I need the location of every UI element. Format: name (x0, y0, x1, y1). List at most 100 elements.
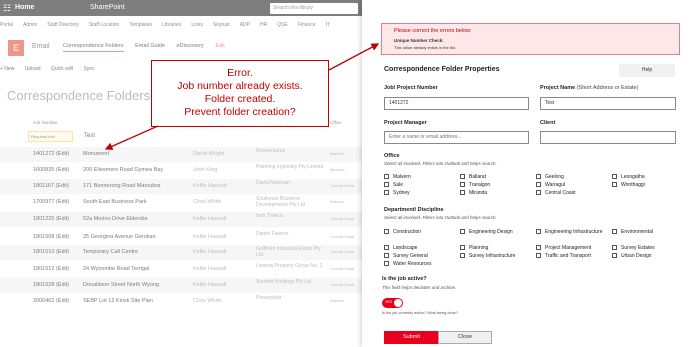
office-option-label: Malvern (393, 174, 411, 180)
department-option-label: Landscape (393, 245, 418, 251)
error-subtitle: Unique Number Check: (394, 38, 444, 43)
checkbox-icon (460, 245, 465, 250)
project-name-note: (Short Address or Estate) (576, 85, 639, 91)
error-title: Please correct the errors below: (394, 28, 472, 34)
department-checkbox[interactable]: Landscape (384, 245, 417, 251)
office-checkbox[interactable]: Central Coast (536, 190, 576, 196)
checkbox-icon (460, 253, 465, 258)
annotation-callout: Error. Job number already exists. Folder… (151, 60, 329, 127)
checkbox-icon (536, 229, 541, 234)
checkbox-icon (536, 190, 541, 195)
checkbox-icon (384, 182, 389, 187)
checkbox-icon (384, 261, 389, 266)
office-option-label: Sydney (393, 190, 410, 196)
project-name-label-text: Project Name (540, 85, 576, 91)
office-checkbox[interactable]: Sale (384, 182, 403, 188)
office-option-label: Ballarat (469, 174, 486, 180)
office-option-label: Miranda (469, 190, 488, 196)
checkbox-icon (536, 245, 541, 250)
project-manager-label: Project Manager (384, 120, 427, 126)
department-option-label: Survey Estates (621, 245, 655, 251)
department-checkbox[interactable]: Water Resources (384, 261, 431, 267)
toggle-knob (394, 299, 402, 307)
checkbox-icon (384, 245, 389, 250)
office-option-label: Wonthaggi (621, 182, 645, 188)
office-checkbox[interactable]: Malvern (384, 174, 411, 180)
project-name-label: Project Name (Short Address or Estate) (540, 85, 638, 91)
job-number-field[interactable]: 1401272 (384, 97, 529, 110)
department-checkbox[interactable]: Survey Infrastructure (460, 253, 515, 259)
help-button[interactable]: Help (619, 64, 675, 77)
checkbox-icon (384, 229, 389, 234)
department-checkbox[interactable]: Traffic and Transport (536, 253, 591, 259)
department-checkbox[interactable]: Planning (460, 245, 488, 251)
department-checkbox[interactable]: Survey Estates (612, 245, 655, 251)
callout-line-4: Prevent folder creation? (184, 106, 296, 118)
checkbox-icon (612, 253, 617, 258)
checkbox-icon (612, 182, 617, 187)
department-checkbox[interactable]: Project Management (536, 245, 591, 251)
project-manager-field[interactable]: Enter a name or email address... (384, 131, 529, 144)
checkbox-icon (536, 253, 541, 258)
office-label: Office (384, 153, 400, 159)
office-checkbox[interactable]: Miranda (460, 190, 487, 196)
project-name-field[interactable]: Test (540, 97, 676, 110)
checkbox-icon (384, 190, 389, 195)
error-message: This value already exists in the list. (394, 45, 456, 50)
callout-line-3: Folder created. (204, 93, 276, 105)
office-checkbox[interactable]: Wonthaggi (612, 182, 645, 188)
checkbox-icon (460, 190, 465, 195)
department-option-label: Planning (469, 245, 489, 251)
office-option-label: Traralgon (469, 182, 491, 188)
submit-button[interactable]: Submit (384, 331, 439, 344)
department-option-label: Urban Design (621, 253, 652, 259)
department-checkbox[interactable]: Engineering Infrastructure (536, 229, 606, 235)
office-checkbox[interactable]: Ballarat (460, 174, 486, 180)
office-checkbox[interactable]: Traralgon (460, 182, 490, 188)
department-checkbox[interactable]: Survey General (384, 253, 428, 259)
office-checkbox[interactable]: Sydney (384, 190, 410, 196)
active-toggle[interactable]: YES (382, 298, 403, 308)
department-note: Select all involved. Filters into Outloo… (384, 215, 497, 220)
department-label: Department/ Discipline (384, 207, 444, 213)
department-option-label: Survey General (393, 253, 428, 259)
office-checkbox[interactable]: Leongatha (612, 174, 645, 180)
department-option-label: Engineering Design (469, 229, 513, 235)
department-option-label: Survey Infrastructure (469, 253, 516, 259)
checkbox-icon (384, 253, 389, 258)
department-option-label: Environmental (621, 229, 653, 235)
client-label: Client (540, 120, 556, 126)
toggle-text: YES (385, 300, 393, 304)
department-checkbox[interactable]: Environmental (612, 229, 653, 235)
department-option-label: Construction (393, 229, 422, 235)
active-help: Is the job currently active? Work being … (382, 311, 458, 315)
office-option-label: Geelong (545, 174, 564, 180)
checkbox-icon (536, 182, 541, 187)
active-note: This field helps declutter and archive. (382, 285, 457, 290)
checkbox-icon (460, 229, 465, 234)
office-checkbox[interactable]: Geelong (536, 174, 564, 180)
panel-title: Correspondence Folder Properties (384, 66, 500, 73)
office-option-label: Leongatha (621, 174, 645, 180)
checkbox-icon (384, 174, 389, 179)
job-number-label: Job/ Project Number (384, 85, 438, 91)
callout-line-2: Job number already exists. (177, 80, 303, 92)
checkbox-icon (536, 174, 541, 179)
overlay-dim (0, 0, 362, 347)
department-option-label: Water Resources (393, 261, 432, 267)
office-option-label: Warragul (545, 182, 566, 188)
department-checkbox[interactable]: Urban Design (612, 253, 652, 259)
department-option-label: Engineering Infrastructure (545, 229, 603, 235)
checkbox-icon (612, 245, 617, 250)
department-checkbox[interactable]: Engineering Design (460, 229, 513, 235)
callout-line-1: Error. (227, 67, 253, 79)
department-option-label: Traffic and Transport (545, 253, 591, 259)
client-field[interactable] (540, 131, 676, 144)
department-option-label: Project Management (545, 245, 592, 251)
office-note: Select all involved. Filters into Outloo… (384, 161, 497, 166)
checkbox-icon (612, 229, 617, 234)
office-option-label: Central Coast (545, 190, 576, 196)
close-button[interactable]: Close (438, 331, 492, 344)
office-checkbox[interactable]: Warragul (536, 182, 565, 188)
department-checkbox[interactable]: Construction (384, 229, 421, 235)
